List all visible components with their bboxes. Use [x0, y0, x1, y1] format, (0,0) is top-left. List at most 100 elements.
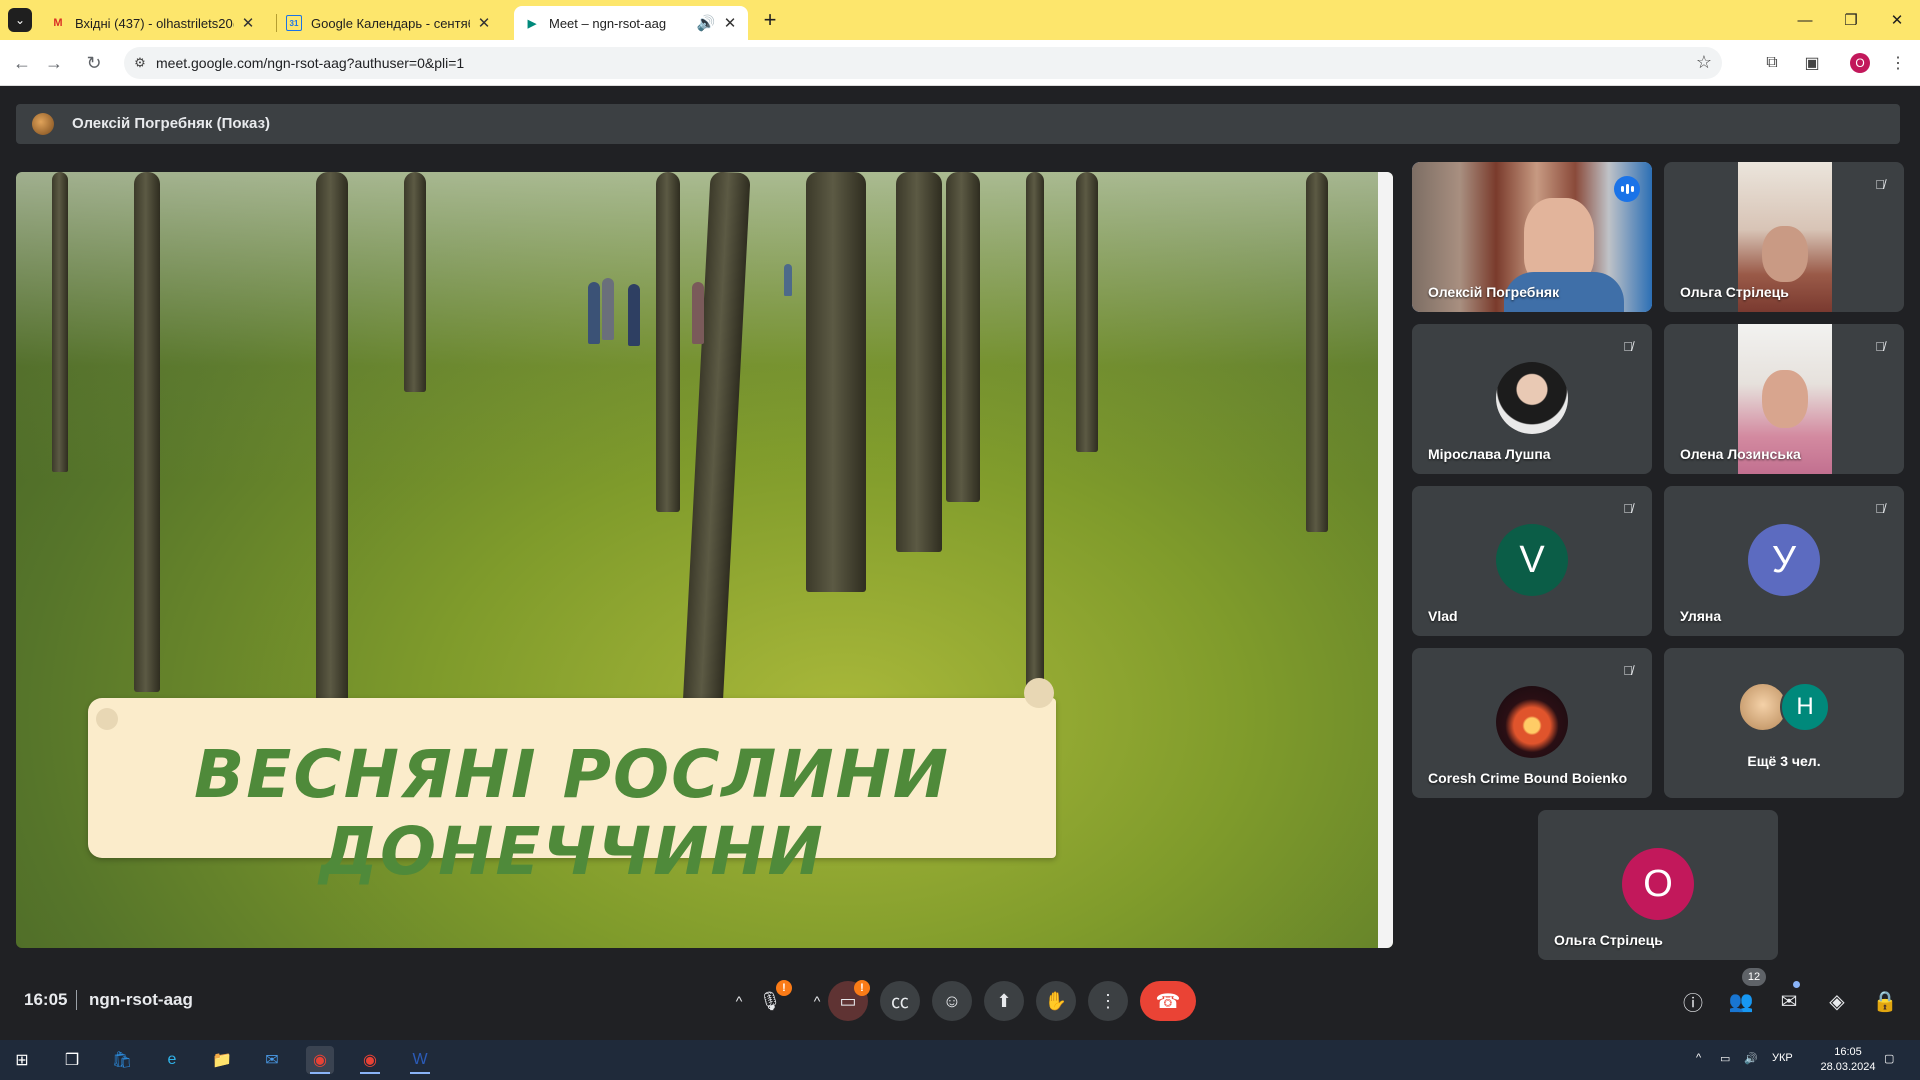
- close-icon[interactable]: ✕: [240, 14, 256, 32]
- tab-gmail[interactable]: M Вхідні (437) - olhastrilets20@gm ✕: [40, 6, 266, 40]
- slide-title: ВЕСНЯНІ РОСЛИНИ ДОНЕЧЧИНИ: [193, 736, 951, 890]
- audio-options-chevron-icon[interactable]: ^: [728, 990, 750, 1012]
- store-icon[interactable]: 🛍: [108, 1046, 136, 1074]
- mail-icon[interactable]: ✉: [258, 1046, 286, 1074]
- meet-icon: ▶: [527, 17, 537, 30]
- camera-warning-badge: !: [854, 980, 870, 996]
- speaker-icon[interactable]: 🔊: [696, 14, 716, 32]
- participant-tile[interactable]: 🎙̸ Coresh Crime Bound Boienko: [1412, 648, 1652, 798]
- self-tile[interactable]: O Ольга Стрілець: [1538, 810, 1778, 960]
- raise-hand-button[interactable]: ✋: [1036, 981, 1076, 1021]
- notifications-icon[interactable]: ▢: [1884, 1052, 1894, 1065]
- participant-name: Vlad: [1428, 608, 1458, 624]
- address-bar[interactable]: ⚙ meet.google.com/ngn-rsot-aag?authuser=…: [124, 47, 1722, 79]
- browser-tab-strip: ⌄ M Вхідні (437) - olhastrilets20@gm ✕ 3…: [0, 0, 1920, 40]
- tree-trunk: [946, 172, 980, 502]
- tab-calendar[interactable]: 31 Google Календарь - сентябрь ✕: [276, 6, 502, 40]
- tree-trunk: [896, 172, 942, 552]
- chat-icon[interactable]: ✉: [1774, 986, 1804, 1016]
- more-options-button[interactable]: ⋮: [1088, 981, 1128, 1021]
- more-participants-label: Ещё 3 чел.: [1747, 753, 1821, 769]
- hiker: [588, 282, 600, 344]
- windows-start-icon[interactable]: ⊞: [8, 1046, 36, 1074]
- meeting-info-icon[interactable]: ⓘ: [1678, 986, 1708, 1016]
- url-text: meet.google.com/ngn-rsot-aag?authuser=0&…: [156, 55, 465, 71]
- video-options-chevron-icon[interactable]: ^: [806, 990, 828, 1012]
- word-icon[interactable]: W: [406, 1046, 434, 1074]
- avatar: У: [1748, 524, 1820, 596]
- tab-meet[interactable]: ▶ Meet – ngn-rsot-aag 🔊 ✕: [514, 6, 748, 40]
- participant-name: Ольга Стрілець: [1680, 284, 1789, 300]
- participant-face: [1762, 370, 1808, 428]
- more-participants-tile[interactable]: H Ещё 3 чел.: [1664, 648, 1904, 798]
- volume-icon[interactable]: 🔊: [1744, 1052, 1758, 1065]
- back-button[interactable]: ←: [8, 49, 36, 77]
- speaking-indicator-icon: [1614, 176, 1640, 202]
- people-icon[interactable]: 👥: [1726, 986, 1756, 1016]
- close-icon[interactable]: ✕: [476, 14, 492, 32]
- edge-icon[interactable]: e: [158, 1046, 186, 1074]
- tab-search-button[interactable]: ⌄: [8, 8, 32, 32]
- chrome-icon[interactable]: ◉: [306, 1046, 334, 1074]
- participant-name: Coresh Crime Bound Boienko: [1428, 770, 1628, 786]
- divider: [76, 990, 77, 1010]
- participant-tile[interactable]: V 🎙̸ Vlad: [1412, 486, 1652, 636]
- close-icon[interactable]: ✕: [722, 14, 738, 32]
- close-window-button[interactable]: ✕: [1874, 0, 1920, 40]
- mic-off-icon: 🎙̸: [1875, 176, 1885, 192]
- bookmark-star-icon[interactable]: ☆: [1696, 52, 1712, 73]
- shared-screen-border: [1378, 172, 1393, 948]
- task-view-icon[interactable]: ❒: [58, 1046, 86, 1074]
- site-settings-icon[interactable]: ⚙: [132, 55, 148, 71]
- hiker: [628, 284, 640, 346]
- network-icon[interactable]: ▭: [1720, 1052, 1730, 1065]
- more-menu-icon[interactable]: ⋮: [1886, 51, 1910, 75]
- avatar: H: [1780, 682, 1830, 732]
- system-clock[interactable]: 16:05 28.03.2024: [1818, 1045, 1878, 1075]
- avatar: [1496, 686, 1568, 758]
- restore-button[interactable]: ❐: [1828, 0, 1874, 40]
- hiker: [602, 278, 614, 340]
- scroll-curl: [96, 708, 118, 730]
- participant-tile[interactable]: 🎙̸ Мірослава Лушпа: [1412, 324, 1652, 474]
- clock-date: 28.03.2024: [1820, 1061, 1876, 1073]
- tree-trunk: [1076, 172, 1098, 452]
- participant-tile[interactable]: Олексій Погребняк: [1412, 162, 1652, 312]
- participant-tile[interactable]: У 🎙̸ Уляна: [1664, 486, 1904, 636]
- leave-call-button[interactable]: ☎: [1140, 981, 1196, 1021]
- minimize-button[interactable]: —: [1782, 0, 1828, 40]
- reactions-button[interactable]: ☺: [932, 981, 972, 1021]
- participant-tile[interactable]: 🎙̸ Ольга Стрілець: [1664, 162, 1904, 312]
- mic-off-icon: 🎙̸: [1623, 338, 1633, 354]
- chrome-icon[interactable]: ◉: [356, 1046, 384, 1074]
- profile-avatar[interactable]: O: [1850, 53, 1870, 73]
- host-controls-icon[interactable]: 🔒: [1870, 986, 1900, 1016]
- new-tab-button[interactable]: +: [758, 7, 782, 32]
- participant-name: Уляна: [1680, 608, 1722, 624]
- shared-screen: ВЕСНЯНІ РОСЛИНИ ДОНЕЧЧИНИ: [16, 172, 1393, 948]
- captions-button[interactable]: ㏄: [880, 981, 920, 1021]
- language-indicator[interactable]: УКР: [1772, 1052, 1793, 1064]
- mic-off-icon: 🎙̸: [1623, 662, 1633, 678]
- calendar-icon: 31: [286, 15, 302, 31]
- avatar: [32, 113, 54, 135]
- people-count-badge: 12: [1742, 968, 1766, 986]
- extensions-icon[interactable]: ⧉: [1760, 51, 1784, 75]
- mic-off-icon: 🎙̸: [1875, 500, 1885, 516]
- reload-button[interactable]: ↻: [80, 49, 108, 77]
- present-button[interactable]: ⬆: [984, 981, 1024, 1021]
- forward-button[interactable]: →: [40, 49, 68, 77]
- tab-title: Meet – ngn-rsot-aag: [549, 15, 667, 31]
- slide-banner: ВЕСНЯНІ РОСЛИНИ ДОНЕЧЧИНИ: [88, 678, 1056, 890]
- participant-tile[interactable]: 🎙̸ Олена Лозинська: [1664, 324, 1904, 474]
- tray-overflow-icon[interactable]: ^: [1696, 1052, 1701, 1064]
- tab-title: Вхідні (437) - olhastrilets20@gm: [75, 15, 234, 31]
- file-explorer-icon[interactable]: 📁: [208, 1046, 236, 1074]
- activities-icon[interactable]: ◈: [1822, 986, 1852, 1016]
- mic-off-icon: 🎙̸: [1623, 500, 1633, 516]
- presenter-label: Олексій Погребняк (Показ): [72, 115, 271, 132]
- participant-name: Ольга Стрілець: [1554, 932, 1663, 948]
- avatar: [1496, 362, 1568, 434]
- tree-trunk: [52, 172, 68, 472]
- side-panel-icon[interactable]: ▣: [1800, 51, 1824, 75]
